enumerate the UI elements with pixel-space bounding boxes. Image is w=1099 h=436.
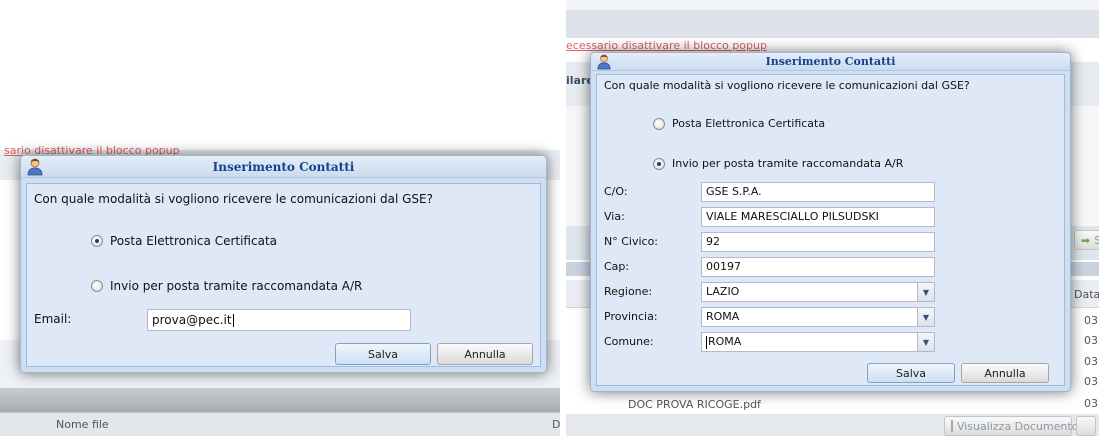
email-label: Email:	[34, 312, 72, 326]
background-shadow-band	[0, 388, 560, 412]
civic-number-field[interactable]: 92	[701, 232, 935, 252]
radio-label-pec: Posta Elettronica Certificata	[672, 117, 826, 130]
cancel-button[interactable]: Annulla	[437, 343, 533, 365]
dialog-header[interactable]: Inserimento Contatti	[591, 53, 1070, 71]
chevron-down-icon[interactable]: ▼	[917, 283, 934, 301]
table-cell: 03	[1084, 397, 1098, 410]
save-button[interactable]: Salva	[867, 363, 955, 383]
cap-label: Cap:	[604, 260, 630, 273]
arrow-icon: ➡	[1081, 233, 1091, 247]
text-caret	[706, 335, 707, 349]
contact-dialog: Inserimento Contatti Con quale modalità …	[590, 52, 1071, 392]
dialog-header[interactable]: Inserimento Contatti	[21, 156, 546, 178]
region-select[interactable]: LAZIO ▼	[701, 282, 935, 302]
dialog-form: Con quale modalità si vogliono ricevere …	[596, 74, 1065, 386]
text-caret	[232, 314, 234, 327]
view-document-label: Visualizza Documento	[957, 419, 1079, 433]
via-label: Via:	[604, 210, 625, 223]
radio-option-pec[interactable]: Posta Elettronica Certificata	[653, 117, 825, 130]
co-label: C/O:	[604, 185, 628, 198]
region-value: LAZIO	[706, 285, 740, 298]
right-screenshot-panel: ecessario disattivare il blocco popup il…	[566, 0, 1099, 436]
municipality-label: Comune:	[604, 335, 654, 348]
radio-button-pec[interactable]	[653, 117, 665, 130]
radio-button-mail[interactable]	[91, 280, 103, 292]
user-icon	[27, 158, 43, 176]
region-label: Regione:	[604, 285, 653, 298]
dialog-title: Inserimento Contatti	[212, 159, 355, 174]
email-field[interactable]: prova@pec.it	[147, 309, 411, 331]
email-value: prova@pec.it	[152, 313, 232, 327]
co-field[interactable]: GSE S.P.A.	[701, 182, 935, 202]
province-value: ROMA	[706, 310, 740, 323]
document-icon	[951, 420, 953, 432]
file-name-cell: DOC PROVA RICOGE.pdf	[628, 398, 761, 411]
municipality-select[interactable]: ROMA ▼	[701, 332, 935, 352]
radio-label-mail: Invio per posta tramite raccomandata A/R	[110, 279, 363, 293]
radio-button-pec[interactable]	[91, 235, 103, 247]
radio-option-mail[interactable]: Invio per posta tramite raccomandata A/R	[91, 279, 362, 293]
background-action-button[interactable]: ➡ S	[1074, 230, 1099, 250]
radio-option-pec[interactable]: Posta Elettronica Certificata	[91, 234, 277, 248]
chevron-down-icon[interactable]: ▼	[917, 308, 934, 326]
cap-field[interactable]: 00197	[701, 257, 935, 277]
table-cell: 03	[1084, 314, 1098, 327]
popup-warning-link[interactable]: ecessario disattivare il blocco popup	[566, 39, 767, 52]
radio-label-pec: Posta Elettronica Certificata	[110, 234, 278, 248]
table-cell: 03	[1084, 375, 1098, 388]
background-action-label: S	[1094, 233, 1099, 247]
user-icon	[597, 54, 611, 70]
radio-label-mail: Invio per posta tramite raccomandata A/R	[672, 157, 904, 170]
save-button[interactable]: Salva	[335, 343, 431, 365]
background-extra-button[interactable]	[1076, 416, 1096, 436]
background-header	[566, 10, 1099, 38]
table-cell: 03	[1084, 355, 1098, 368]
delivery-question: Con quale modalità si vogliono ricevere …	[34, 192, 433, 206]
radio-option-mail[interactable]: Invio per posta tramite raccomandata A/R	[653, 157, 903, 170]
province-label: Provincia:	[604, 310, 658, 323]
table-header-filename: Nome file	[56, 418, 109, 431]
delivery-question: Con quale modalità si vogliono ricevere …	[604, 79, 970, 92]
civic-number-label: N° Civico:	[604, 235, 659, 248]
province-select[interactable]: ROMA ▼	[701, 307, 935, 327]
dialog-title: Inserimento Contatti	[765, 55, 896, 68]
radio-button-mail[interactable]	[653, 157, 665, 170]
table-cell: 03	[1084, 334, 1098, 347]
left-screenshot-panel: sario disattivare il blocco popup Nome f…	[0, 0, 560, 436]
municipality-value: ROMA	[708, 335, 742, 348]
contact-dialog: Inserimento Contatti Con quale modalità …	[20, 155, 547, 373]
table-header-date: D	[552, 418, 560, 431]
background-top-strip	[566, 0, 1099, 10]
dialog-form: Con quale modalità si vogliono ricevere …	[26, 183, 541, 367]
view-document-button[interactable]: Visualizza Documento	[944, 416, 1078, 436]
via-field[interactable]: VIALE MARESCIALLO PILSUDSKI	[701, 207, 935, 227]
date-column-header: Data	[1074, 288, 1099, 301]
cancel-button[interactable]: Annulla	[961, 363, 1049, 383]
chevron-down-icon[interactable]: ▼	[917, 333, 934, 351]
table-header-row: Nome file D	[0, 412, 560, 436]
